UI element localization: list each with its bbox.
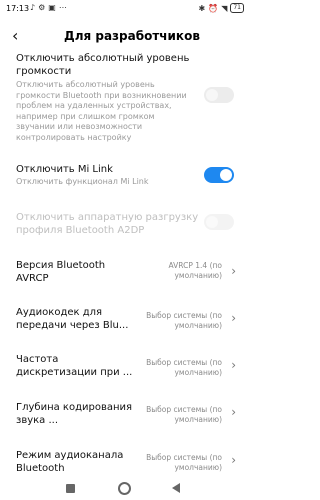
system-icons: ✱ ⏰ ◥ 71 <box>199 3 244 13</box>
back-arrow-icon[interactable]: ‹ <box>12 26 18 46</box>
setting-title: Режим аудиоканала Bluetooth <box>16 450 124 474</box>
setting-value: Выбор системы (по умолчанию) <box>146 453 222 472</box>
a2dp-offload-toggle <box>204 214 234 230</box>
setting-title: Частота дискретизации при ... <box>16 354 133 378</box>
chevron-right-icon: › <box>231 358 236 372</box>
toggle-knob <box>206 216 218 228</box>
more-notifications-icon: ⋯ <box>58 3 67 12</box>
navigation-bar <box>0 476 250 500</box>
setting-title: Глубина кодирования звука ... <box>16 402 133 426</box>
settings-icon: ⚙ <box>38 3 46 12</box>
setting-value: Выбор системы (по умолчанию) <box>146 405 222 424</box>
notification-icons: ♪ ⚙ ▣ ⋯ <box>30 3 67 12</box>
home-button[interactable] <box>118 482 131 495</box>
setting-value: Выбор системы (по умолчанию) <box>146 358 222 377</box>
setting-value: AVRCP 1.4 (по умолчанию) <box>168 261 223 280</box>
toggle-knob <box>220 169 232 181</box>
recents-button[interactable] <box>66 484 75 493</box>
setting-title: Аудиокодек для передачи через Blu... <box>16 307 129 331</box>
setting-value: Выбор системы (по умолчанию) <box>146 311 222 330</box>
page-title: Для разработчиков <box>64 29 200 43</box>
battery-icon: 71 <box>230 3 244 13</box>
chevron-right-icon: › <box>231 264 236 278</box>
setting-title: Отключить абсолютный уровень громкости <box>16 53 190 77</box>
top-bar: ‹ Для разработчиков <box>0 24 250 50</box>
setting-title: Версия Bluetooth AVRCP <box>16 260 106 284</box>
signal-icon: ◥ <box>221 3 228 13</box>
chevron-right-icon: › <box>231 453 236 467</box>
chevron-right-icon: › <box>231 311 236 325</box>
back-button[interactable] <box>172 483 180 493</box>
status-bar: 17:13 ♪ ⚙ ▣ ⋯ ✱ ⏰ ◥ 71 <box>0 0 250 18</box>
absolute-volume-toggle[interactable] <box>204 87 234 103</box>
alarm-icon: ⏰ <box>208 3 219 13</box>
gallery-icon: ▣ <box>48 3 56 12</box>
tiktok-icon: ♪ <box>30 3 36 12</box>
bluetooth-icon: ✱ <box>198 3 206 13</box>
mi-link-toggle[interactable] <box>204 167 234 183</box>
status-time: 17:13 <box>6 4 30 13</box>
toggle-knob <box>206 89 218 101</box>
setting-description: Отключить абсолютный уровень громкости B… <box>16 80 187 142</box>
chevron-right-icon: › <box>231 405 236 419</box>
setting-title: Отключить аппаратную разгрузку профиля B… <box>16 212 199 236</box>
